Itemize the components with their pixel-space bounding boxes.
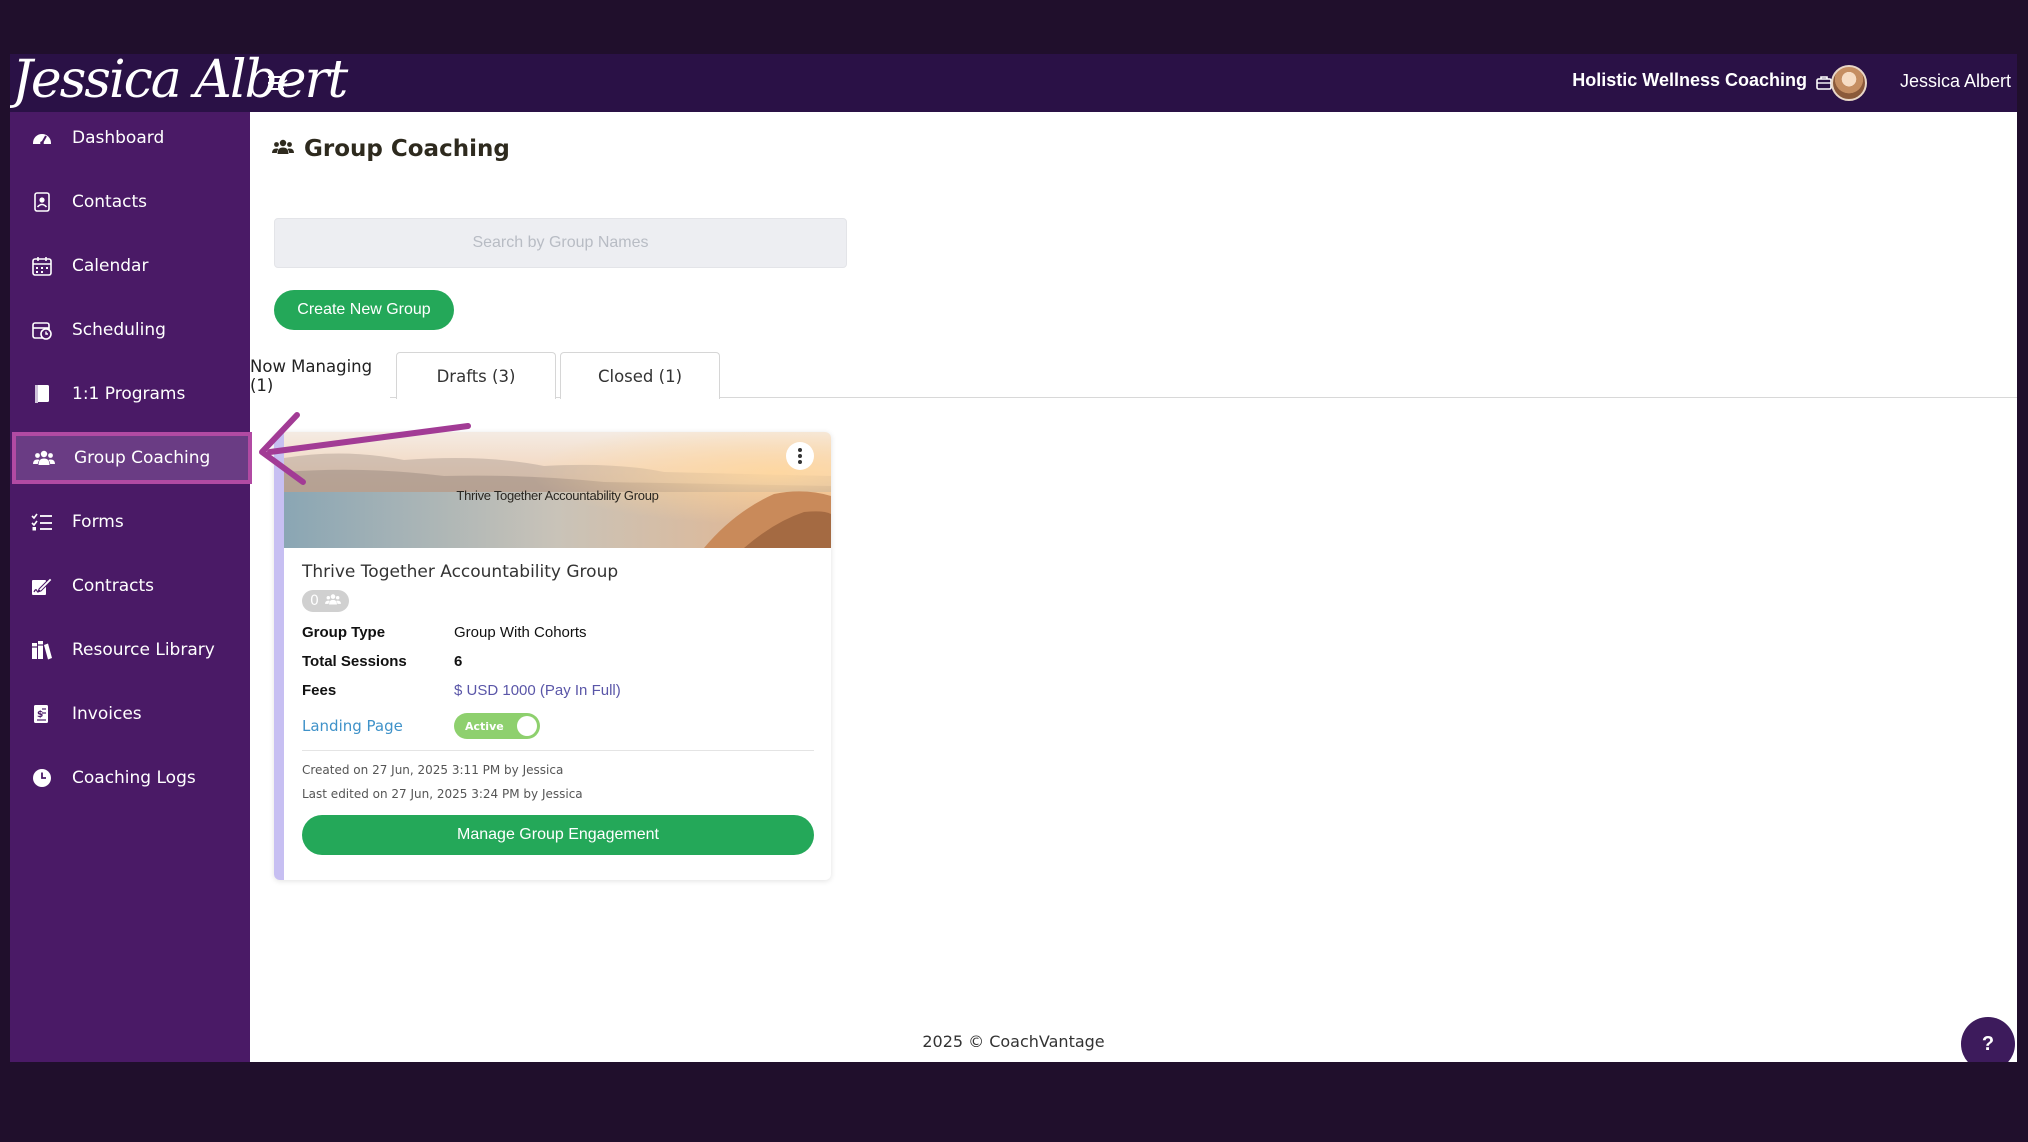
sidebar-item-group-coaching[interactable]: Group Coaching — [12, 432, 252, 484]
checklist-icon — [31, 511, 53, 533]
member-count: 0 — [310, 593, 319, 609]
menu-toggle-icon[interactable] — [266, 72, 290, 94]
page-title-text: Group Coaching — [304, 136, 510, 162]
user-name[interactable]: Jessica Albert — [1900, 71, 2011, 92]
group-tabs: Now Managing (1) Drafts (3) Closed (1) — [250, 352, 2017, 399]
sidebar-item-dashboard[interactable]: Dashboard — [10, 112, 250, 164]
sidebar-item-programs[interactable]: 1:1 Programs — [10, 368, 250, 420]
sidebar-item-label: Forms — [72, 512, 124, 532]
app-window: Jessica Albert Holistic Wellness Coachin… — [10, 54, 2017, 1062]
users-icon — [272, 138, 294, 160]
group-title[interactable]: Thrive Together Accountability Group — [302, 562, 618, 582]
help-button[interactable]: ? — [1961, 1017, 2015, 1062]
main-content: Group Coaching Create New Group Now Mana… — [250, 112, 2017, 1062]
edited-info: Last edited on 27 Jun, 2025 3:24 PM by J… — [302, 787, 583, 801]
sidebar-item-label: Contacts — [72, 192, 147, 212]
sidebar-item-coaching-logs[interactable]: Coaching Logs — [10, 752, 250, 804]
sidebar-item-label: Dashboard — [72, 128, 165, 148]
sidebar-item-label: Invoices — [72, 704, 142, 724]
page-title: Group Coaching — [272, 136, 510, 162]
scheduling-icon — [31, 319, 53, 341]
created-info: Created on 27 Jun, 2025 3:11 PM by Jessi… — [302, 763, 564, 777]
users-icon — [324, 593, 341, 610]
sidebar: Dashboard Contacts Calendar Scheduling 1… — [10, 112, 252, 1062]
manage-group-engagement-button[interactable]: Manage Group Engagement — [302, 815, 814, 855]
sidebar-item-label: Scheduling — [72, 320, 166, 340]
calendar-icon — [31, 255, 53, 277]
member-count-badge: 0 — [302, 590, 349, 612]
more-options-icon[interactable] — [786, 442, 814, 470]
total-sessions-label: Total Sessions — [302, 653, 407, 670]
group-type-value: Group With Cohorts — [454, 624, 587, 641]
top-bar: Jessica Albert Holistic Wellness Coachin… — [10, 54, 2017, 112]
total-sessions-value: 6 — [454, 653, 463, 670]
sidebar-item-label: Resource Library — [72, 640, 215, 660]
fees-label: Fees — [302, 682, 337, 699]
users-icon — [33, 447, 55, 469]
sidebar-item-label: Contracts — [72, 576, 154, 596]
sidebar-item-contacts[interactable]: Contacts — [10, 176, 250, 228]
sidebar-item-resource-library[interactable]: Resource Library — [10, 624, 250, 676]
sidebar-item-scheduling[interactable]: Scheduling — [10, 304, 250, 356]
sidebar-item-contracts[interactable]: Contracts — [10, 560, 250, 612]
fees-value: $ USD 1000 (Pay In Full) — [454, 682, 621, 699]
landing-page-toggle[interactable]: Active — [454, 713, 540, 739]
logo: Jessica Albert — [12, 54, 348, 110]
search-input[interactable] — [274, 218, 847, 268]
sidebar-item-label: Group Coaching — [74, 448, 211, 468]
group-type-label: Group Type — [302, 624, 386, 641]
group-card: Thrive Together Accountability Group Thr… — [274, 432, 831, 880]
sidebar-item-label: Coaching Logs — [72, 768, 196, 788]
sidebar-item-label: Calendar — [72, 256, 149, 276]
avatar[interactable] — [1831, 65, 1867, 101]
toggle-knob — [517, 716, 537, 736]
sidebar-item-label: 1:1 Programs — [72, 384, 186, 404]
book-icon — [31, 383, 53, 405]
signature-icon — [31, 575, 53, 597]
banner-title: Thrive Together Accountability Group — [456, 488, 659, 503]
sidebar-item-calendar[interactable]: Calendar — [10, 240, 250, 292]
sidebar-item-forms[interactable]: Forms — [10, 496, 250, 548]
group-banner-image[interactable]: Thrive Together Accountability Group — [284, 432, 831, 548]
divider — [302, 750, 814, 751]
card-accent-bar — [274, 432, 284, 880]
library-icon — [31, 639, 53, 661]
toggle-status-label: Active — [465, 719, 504, 733]
clock-icon — [31, 767, 53, 789]
tab-drafts[interactable]: Drafts (3) — [396, 352, 556, 399]
landing-page-link[interactable]: Landing Page — [302, 717, 403, 735]
svg-text:$: $ — [37, 710, 43, 720]
dashboard-icon — [31, 127, 53, 149]
invoice-icon: $ — [31, 703, 53, 725]
business-name[interactable]: Holistic Wellness Coaching — [1572, 70, 1807, 91]
contacts-icon — [31, 191, 53, 213]
tab-closed[interactable]: Closed (1) — [560, 352, 720, 399]
footer-copyright: 2025 © CoachVantage — [922, 1032, 1105, 1051]
tab-now-managing[interactable]: Now Managing (1) — [250, 352, 390, 399]
sidebar-item-invoices[interactable]: $ Invoices — [10, 688, 250, 740]
create-new-group-button[interactable]: Create New Group — [274, 290, 454, 330]
